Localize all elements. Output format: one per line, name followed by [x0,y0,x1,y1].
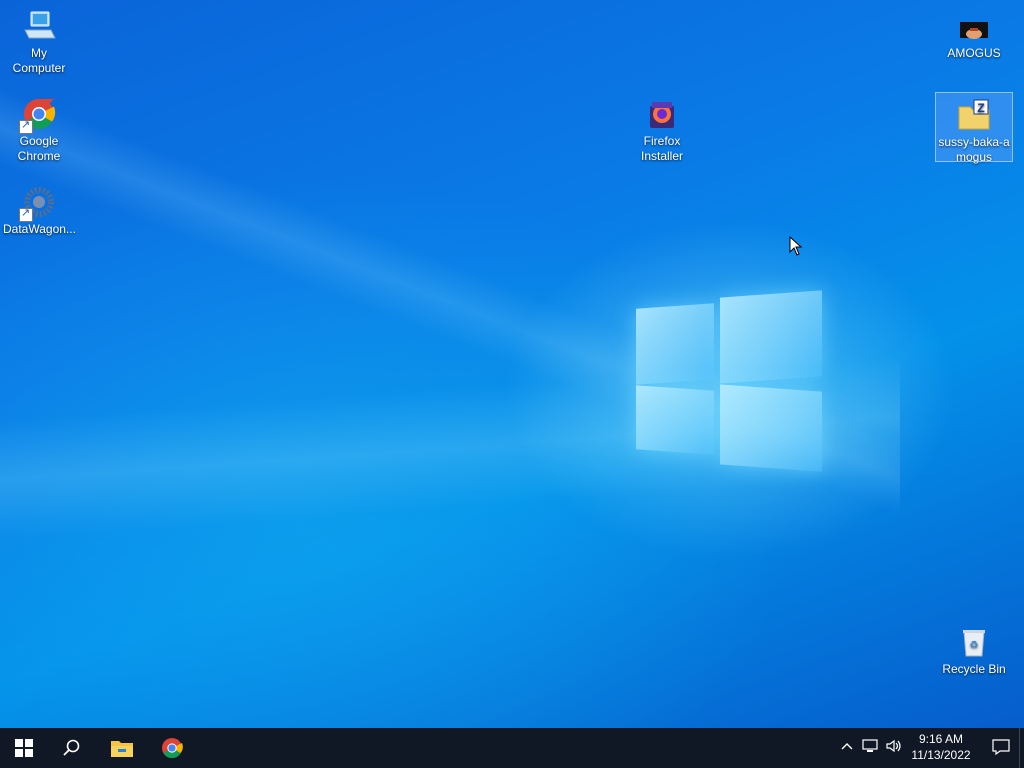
desktop-icon-amogus[interactable]: AMOGUS [936,4,1012,61]
amogus-image-icon [956,8,992,44]
zip-folder-icon: Z [956,97,992,133]
chevron-up-icon[interactable] [840,739,854,756]
clock-date: 11/13/2022 [911,748,971,762]
shortcut-arrow-icon [19,206,33,222]
network-icon[interactable] [862,739,878,756]
desktop-icon-sussy-baka-amogus[interactable]: Z sussy-baka-a mogus [935,92,1013,164]
desktop-icon-label: Firefox Installer [640,134,684,163]
taskbar: 9:16 AM 11/13/2022 [0,728,1024,768]
desktop-icon-google-chrome[interactable]: Google Chrome [1,92,77,164]
computer-icon [21,8,57,44]
desktop-icon-label: Recycle Bin [942,662,1006,676]
shortcut-arrow-icon [19,118,33,134]
desktop-icon-label: sussy-baka-a mogus [938,135,1010,164]
windows-wallpaper-logo [636,290,822,480]
desktop-icon-label: My Computer [12,46,66,75]
svg-text:Z: Z [977,101,984,115]
desktop-icon-label: DataWagon... [3,222,76,236]
taskbar-clock[interactable]: 9:16 AM 11/13/2022 [906,731,976,763]
mouse-cursor-icon [789,235,803,261]
chrome-icon [162,738,183,759]
desktop-icon-label: Google Chrome [17,134,61,163]
clock-time: 9:16 AM [918,732,964,746]
search-icon [63,739,80,756]
file-explorer-icon [111,741,133,757]
desktop-icon-firefox-installer[interactable]: Firefox Installer [624,92,700,164]
chrome-taskbar-button[interactable] [148,728,196,768]
volume-icon[interactable] [886,739,902,756]
datawagon-icon [19,184,57,222]
firefox-installer-icon [644,96,680,132]
show-desktop-divider [1019,728,1020,768]
file-explorer-button[interactable] [98,728,146,768]
desktop-icon-datawagon[interactable]: DataWagon... [1,180,77,237]
desktop-icon-label: AMOGUS [947,46,1001,60]
windows-start-icon [15,739,33,757]
start-button[interactable] [0,728,48,768]
notification-icon[interactable] [992,739,1010,758]
desktop-icon-recycle-bin[interactable]: ♻ Recycle Bin [936,620,1012,677]
svg-text:♻: ♻ [970,640,979,651]
search-button[interactable] [48,728,96,768]
desktop-icon-my-computer[interactable]: My Computer [1,4,77,76]
chrome-icon [19,96,57,134]
recycle-bin-icon: ♻ [956,624,992,660]
